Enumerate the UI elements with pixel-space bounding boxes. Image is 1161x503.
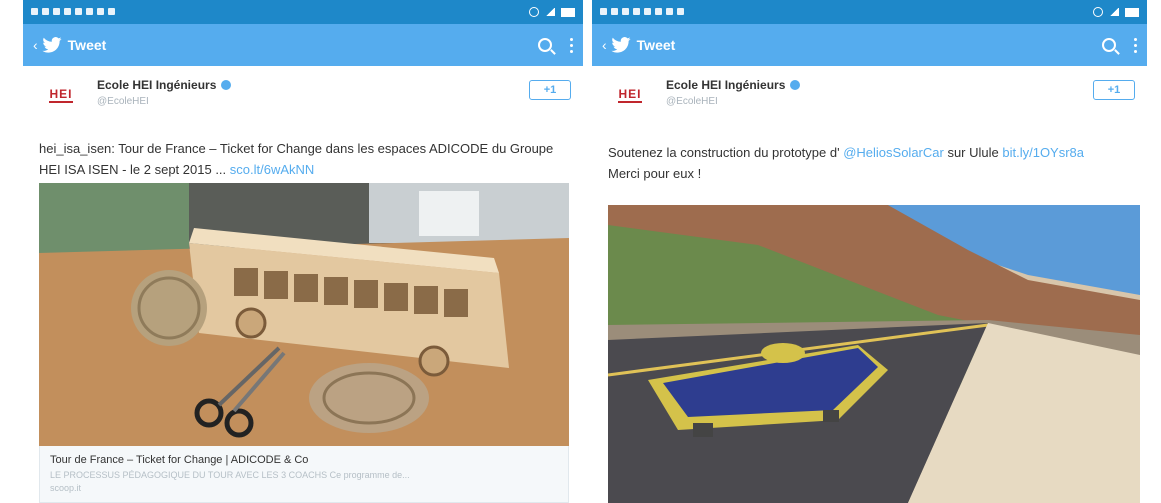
card-description: LE PROCESSUS PÉDAGOGIQUE DU TOUR AVEC LE…: [50, 470, 410, 480]
display-name[interactable]: Ecole HEI Ingénieurs: [666, 78, 801, 92]
tweet-header: HEI Ecole HEI Ingénieurs @EcoleHEI +1: [23, 66, 583, 130]
alarm-icon: [1093, 7, 1103, 17]
app-bar: ‹ Tweet: [592, 24, 1147, 66]
mention-link[interactable]: @HeliosSolarCar: [843, 145, 944, 160]
follow-button[interactable]: +1: [1093, 80, 1135, 100]
link-preview-card[interactable]: Tour de France – Ticket for Change | ADI…: [39, 446, 569, 503]
back-arrow-icon[interactable]: ‹: [33, 37, 38, 53]
tweet-link[interactable]: bit.ly/1OYsr8a: [1002, 145, 1084, 160]
status-indicators: [1093, 7, 1139, 17]
left-tweet-screen: ‹ Tweet HEI Ecole HEI Ingénieurs @EcoleH…: [23, 0, 583, 503]
twitter-bird-icon: [42, 37, 62, 53]
tweet-header: HEI Ecole HEI Ingénieurs @EcoleHEI +1: [592, 66, 1147, 130]
avatar[interactable]: HEI: [608, 78, 652, 112]
app-bar-title: Tweet: [67, 37, 107, 53]
photo-bus-scissors-twine-icon: [39, 183, 569, 446]
user-handle: @EcoleHEI: [666, 96, 718, 107]
back-arrow-icon[interactable]: ‹: [602, 37, 607, 53]
avatar[interactable]: HEI: [39, 78, 83, 112]
verified-badge-icon: [790, 80, 801, 90]
status-indicators: [529, 7, 575, 17]
display-name[interactable]: Ecole HEI Ingénieurs: [97, 78, 232, 92]
search-icon[interactable]: [1102, 38, 1116, 52]
battery-icon: [561, 7, 575, 17]
signal-icon: [1109, 8, 1119, 16]
card-title: Tour de France – Ticket for Change | ADI…: [50, 454, 309, 466]
right-tweet-screen: ‹ Tweet HEI Ecole HEI Ingénieurs @EcoleH…: [592, 0, 1147, 503]
alarm-icon: [529, 7, 539, 17]
battery-icon: [1125, 7, 1139, 17]
tweet-link[interactable]: sco.lt/6wAkNN: [230, 162, 315, 177]
status-bar: [23, 0, 583, 24]
search-icon[interactable]: [538, 38, 552, 52]
tweet-photo[interactable]: [39, 183, 569, 446]
notification-icons: [600, 7, 688, 17]
photo-solar-car-road-icon: [608, 205, 1140, 503]
follow-button[interactable]: +1: [529, 80, 571, 100]
verified-badge-icon: [221, 80, 232, 90]
tweet-text: Soutenez la construction du prototype d'…: [608, 145, 1085, 181]
twitter-bird-icon: [611, 37, 631, 53]
notification-icons: [31, 7, 119, 17]
signal-icon: [545, 8, 555, 16]
app-bar-title: Tweet: [636, 37, 676, 53]
tweet-text: hei_isa_isen: Tour de France – Ticket fo…: [39, 141, 554, 177]
status-bar: [592, 0, 1147, 24]
card-domain: scoop.it: [50, 483, 82, 493]
more-options-icon[interactable]: [1134, 37, 1137, 53]
user-handle: @EcoleHEI: [97, 96, 149, 107]
tweet-photo[interactable]: [608, 205, 1140, 503]
tweet-text-line2: Merci pour eux !: [608, 166, 702, 181]
app-bar: ‹ Tweet: [23, 24, 583, 66]
more-options-icon[interactable]: [570, 37, 573, 53]
